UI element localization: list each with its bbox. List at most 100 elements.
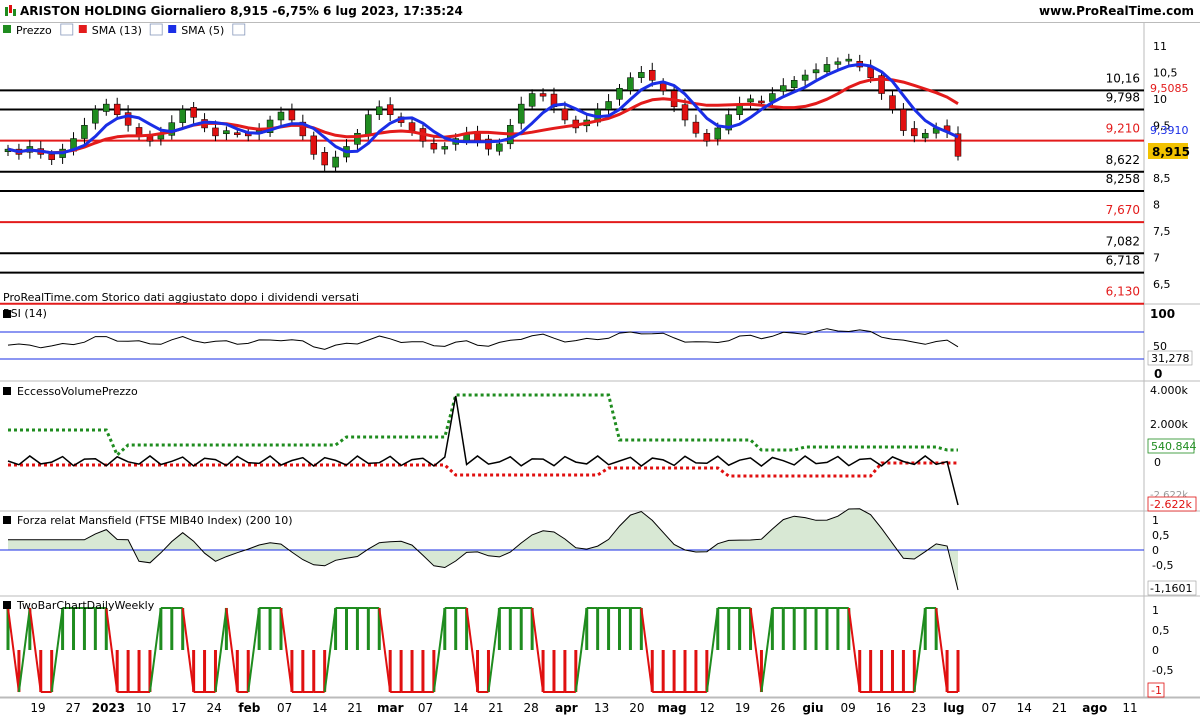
legend-label-1: SMA (13): [92, 24, 142, 37]
candle-body: [649, 69, 656, 81]
candle-body: [310, 135, 317, 155]
chart-canvas[interactable]: 1110,5109,598,587,576,510,169,7989,2108,…: [0, 0, 1200, 720]
candle-body: [845, 58, 853, 62]
level-label: 8,622: [1106, 153, 1140, 167]
volume-upper-band: [8, 393, 958, 458]
candle-body: [528, 93, 536, 107]
twobar-connector: [640, 607, 654, 693]
level-label: 9,798: [1106, 91, 1140, 105]
candle-body: [92, 109, 99, 124]
candle-body: [408, 122, 416, 131]
volume-tick-2000k: 2.000k: [1150, 418, 1188, 431]
twobar-connector: [531, 607, 545, 693]
x-tick-label: 11: [1122, 701, 1137, 715]
candle-body: [889, 95, 896, 110]
twobar-connector: [50, 607, 64, 693]
mansfield-last-label: -1,1601: [1150, 582, 1192, 595]
settings-icon[interactable]: [232, 23, 246, 36]
twobar-connector: [105, 607, 119, 693]
twobar-connector: [574, 607, 588, 693]
candle-body: [638, 72, 645, 78]
twobar-tick: 0: [1152, 644, 1159, 657]
legend-label-2: SMA (5): [181, 24, 224, 37]
candle-body: [496, 143, 503, 152]
x-tick-label: 26: [770, 701, 785, 715]
x-tick-label: 23: [911, 701, 926, 715]
x-tick-label: 2023: [92, 701, 125, 715]
settings-icon[interactable]: [60, 23, 74, 36]
volume-line: [7, 395, 959, 506]
rsi-tick-100: 100: [1150, 307, 1175, 321]
twobar-connector: [279, 607, 293, 693]
volume-tick-4000k: 4.000k: [1150, 384, 1188, 397]
twobar-connector: [323, 607, 337, 693]
price-y-tick-label: 10,5: [1153, 66, 1178, 79]
volume-legend: EccessoVolumePrezzo: [17, 385, 138, 398]
mansfield-legend: Forza relat Mansfield (FTSE MIB40 Index)…: [17, 514, 293, 527]
x-tick-label: 12: [700, 701, 715, 715]
x-tick-label: 21: [488, 701, 503, 715]
twobar-connector: [181, 607, 195, 693]
x-tick-label: 07: [981, 701, 996, 715]
twobar-connector: [7, 607, 20, 693]
candle-body: [758, 100, 765, 104]
candle-body: [703, 132, 711, 142]
level-label: 6,718: [1106, 254, 1140, 268]
candle-body: [321, 152, 328, 166]
candle-body: [921, 132, 929, 139]
twobar-connector: [760, 607, 774, 693]
level-label: 6,130: [1106, 285, 1140, 299]
volume-tick-0: 0: [1154, 456, 1161, 469]
x-tick-label: 14: [312, 701, 327, 715]
twobar-connector: [749, 607, 763, 693]
twobar-tick: -0,5: [1152, 664, 1173, 677]
twobar-tick: 0,5: [1152, 624, 1170, 637]
twobar-last-label: -1: [1151, 684, 1162, 697]
sma13-last-label: 9,5085: [1150, 82, 1189, 95]
x-tick-label: apr: [555, 701, 578, 715]
settings-icon[interactable]: [149, 23, 163, 36]
candle-body: [474, 132, 481, 142]
mansfield-tick: 0,5: [1152, 529, 1170, 542]
rsi-last-label: 31,278: [1151, 352, 1190, 365]
candle-body: [823, 64, 831, 73]
x-tick-label: 09: [841, 701, 856, 715]
x-tick-label: 14: [453, 701, 468, 715]
price-y-tick-label: 8,5: [1153, 172, 1171, 185]
x-tick-label: 07: [418, 701, 433, 715]
twobar-connector: [378, 607, 392, 693]
candle-body: [627, 77, 634, 91]
candle-body: [714, 127, 722, 140]
candle-body: [692, 121, 700, 134]
candle-body: [911, 128, 918, 137]
candle-body: [812, 69, 820, 74]
x-tick-label: 19: [735, 701, 750, 715]
volume-swatch: [3, 387, 11, 395]
candle-body: [212, 127, 219, 137]
x-tick-label: giu: [802, 701, 823, 715]
volume-last-up: 540.844: [1151, 440, 1197, 453]
candle-body: [801, 74, 809, 81]
level-label: 7,670: [1106, 203, 1140, 217]
candle-body: [365, 114, 372, 136]
candle-body: [332, 156, 339, 168]
x-tick-label: 21: [347, 701, 362, 715]
x-tick-label: 20: [629, 701, 644, 715]
x-tick-label: 10: [136, 701, 151, 715]
twobar-connector: [432, 607, 446, 693]
x-tick-label: 17: [171, 701, 186, 715]
candle-body: [81, 125, 88, 139]
x-tick-label: lug: [943, 701, 964, 715]
x-tick-label: 14: [1017, 701, 1032, 715]
candle-body: [441, 146, 449, 150]
twobar-connector: [17, 607, 31, 693]
legend-label-0: Prezzo: [16, 24, 52, 37]
x-tick-label: feb: [238, 701, 260, 715]
rsi-swatch: [3, 310, 11, 318]
x-tick-label: 28: [524, 701, 539, 715]
candle-body: [386, 104, 394, 115]
x-tick-label: 19: [30, 701, 45, 715]
candle-body: [376, 106, 383, 115]
candle-body: [834, 61, 842, 65]
volume-lower-band: [8, 461, 958, 478]
